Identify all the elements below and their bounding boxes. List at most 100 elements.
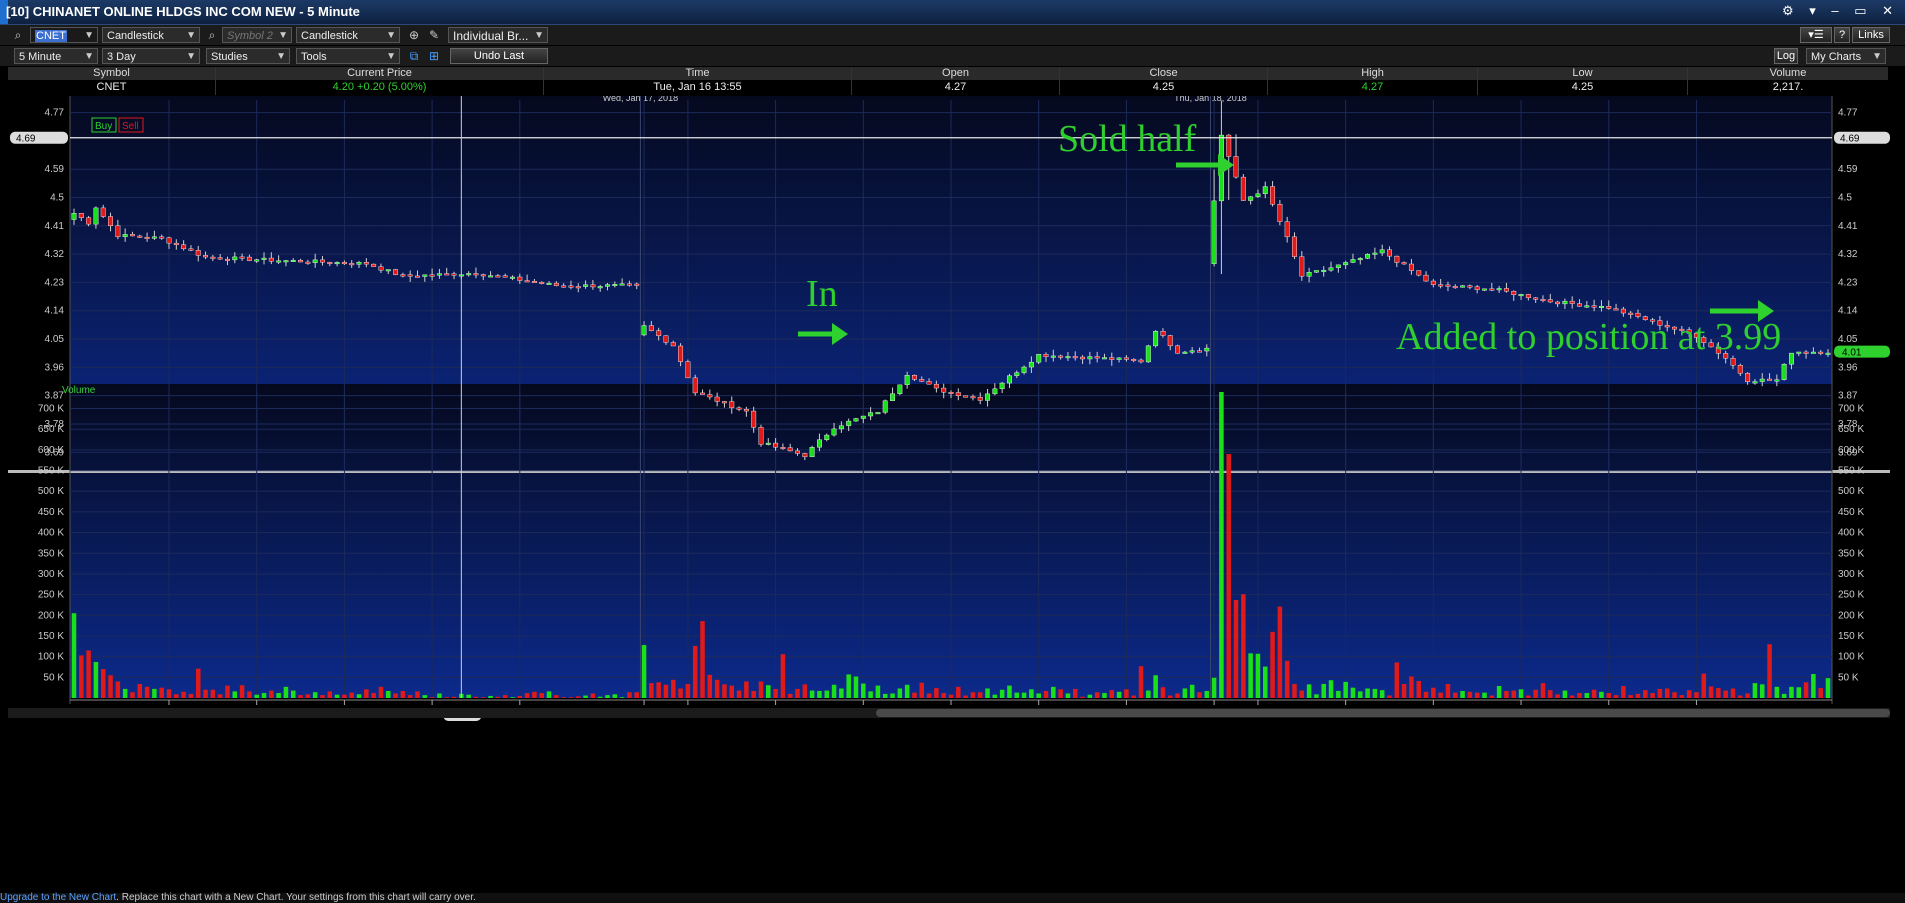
candle-body [948,392,954,394]
candle-body [773,442,779,448]
range-select[interactable]: 3 Day ▼ [102,48,200,64]
volume-tick-label-left: 700 K [38,404,64,415]
candle-body [1197,350,1202,353]
volume-bar [1482,692,1487,698]
volume-bar [641,645,647,698]
volume-bar [554,695,559,698]
volume-bar [1591,689,1597,698]
volume-bar [1219,392,1224,698]
volume-tick-label-left: 450 K [38,507,64,518]
volume-bar [787,693,793,698]
volume-bar [1336,690,1341,698]
chart-type-select-2[interactable]: Candlestick ▼ [296,27,400,43]
candle-body [816,439,822,448]
search-icon[interactable]: ⌕ [10,28,26,42]
volume-bar [1825,678,1831,698]
candle-body [480,274,486,277]
log-button[interactable]: Log [1774,48,1798,64]
symbol2-input[interactable]: Symbol 2 ▼ [222,27,292,43]
candle-body [122,234,128,238]
volume-bar [802,684,808,698]
candle-body [1774,379,1780,382]
volume-bar [1175,693,1180,698]
volume-bar [1197,692,1202,698]
grid-icon[interactable]: ⊞ [426,49,442,63]
chart-area[interactable]: 4.77 4.77 4.59 4.59 4.5 4.5 4.41 4.41 4.32 4.32 4.… [0,96,1905,893]
volume-bar [1613,695,1619,698]
candle-body [590,284,596,288]
candle-body [1160,331,1166,336]
candle-body [626,283,632,286]
quote-col-close: Close 4.25 [1060,67,1268,95]
volume-bar [320,695,325,698]
volume-bar [1803,682,1809,698]
volume-bar [656,682,661,698]
volume-bar [649,683,654,698]
help-button[interactable]: ? [1834,27,1850,43]
chart-type-select-1[interactable]: Candlestick ▼ [102,27,200,43]
my-charts-select[interactable]: My Charts ▼ [1806,48,1886,64]
candle-body [217,257,223,260]
undo-last-button[interactable]: Undo Last [450,48,548,64]
volume-bar [1460,690,1465,698]
scrollbar-thumb[interactable] [876,709,1890,717]
candle-body [1306,272,1312,277]
candle-body [1482,288,1487,291]
candle-body [619,283,625,286]
volume-bar [912,692,917,698]
volume-bar [1606,693,1612,698]
annotation-added: Added to position at 3.99 [1396,316,1781,358]
sell-label: Sell [122,121,139,132]
volume-bar [327,691,333,698]
layout-icon[interactable]: ⧉ [406,49,422,63]
symbol-input[interactable]: CNET ▼ [30,27,98,43]
volume-bar [904,684,910,698]
volume-bar [166,689,172,698]
studies-select[interactable]: Studies ▼ [206,48,290,64]
window-controls[interactable]: ⚙ ▾ – ▭ ✕ [1782,3,1899,19]
candle-body [1408,263,1414,271]
upgrade-link[interactable]: Upgrade to the New Chart [0,892,116,903]
volume-bar [1051,686,1056,698]
volume-tick-label-right: 650 K [1838,424,1864,435]
search-icon-2[interactable]: ⌕ [204,28,220,42]
interval-select[interactable]: 5 Minute ▼ [14,48,98,64]
candle-body [999,382,1005,390]
candle-body [890,393,895,401]
candle-body [1613,308,1619,311]
candle-body [1825,352,1831,355]
candle-body [743,409,749,412]
volume-bar [1599,691,1604,698]
volume-tick-label-left: 650 K [38,424,64,435]
volume-bar [1767,644,1772,698]
account-select[interactable]: Individual Br... ▼ [448,27,548,43]
volume-bar [385,690,391,698]
candle-body [846,420,852,426]
candle-body [1292,236,1297,257]
volume-tick-label-right: 150 K [1838,631,1864,642]
volume-bar [232,691,238,698]
price-tag-left-text: 4.69 [16,134,36,145]
links-button[interactable]: Links [1852,27,1890,43]
volume-bar [1248,653,1253,698]
candle-body [1087,356,1093,360]
tools-select[interactable]: Tools ▼ [296,48,400,64]
draw-icon[interactable]: ✎ [426,28,442,42]
volume-bar [1504,690,1509,698]
candle-body [203,255,209,258]
candle-body [1175,345,1181,354]
candle-body [524,280,530,283]
candle-body [546,282,552,285]
quote-high: 4.27 [1361,81,1384,93]
volume-bar [1387,695,1392,698]
volume-bar [963,695,968,698]
candle-body [568,285,574,288]
zoom-icon[interactable]: ⊕ [406,28,422,42]
candle-body [1489,288,1495,291]
candle-body [1547,299,1553,303]
volume-bar [970,692,976,698]
candle-body [780,446,786,449]
candle-body [488,275,494,278]
candle-body [1569,300,1575,304]
menu-button[interactable]: ▾☰ [1800,27,1832,43]
